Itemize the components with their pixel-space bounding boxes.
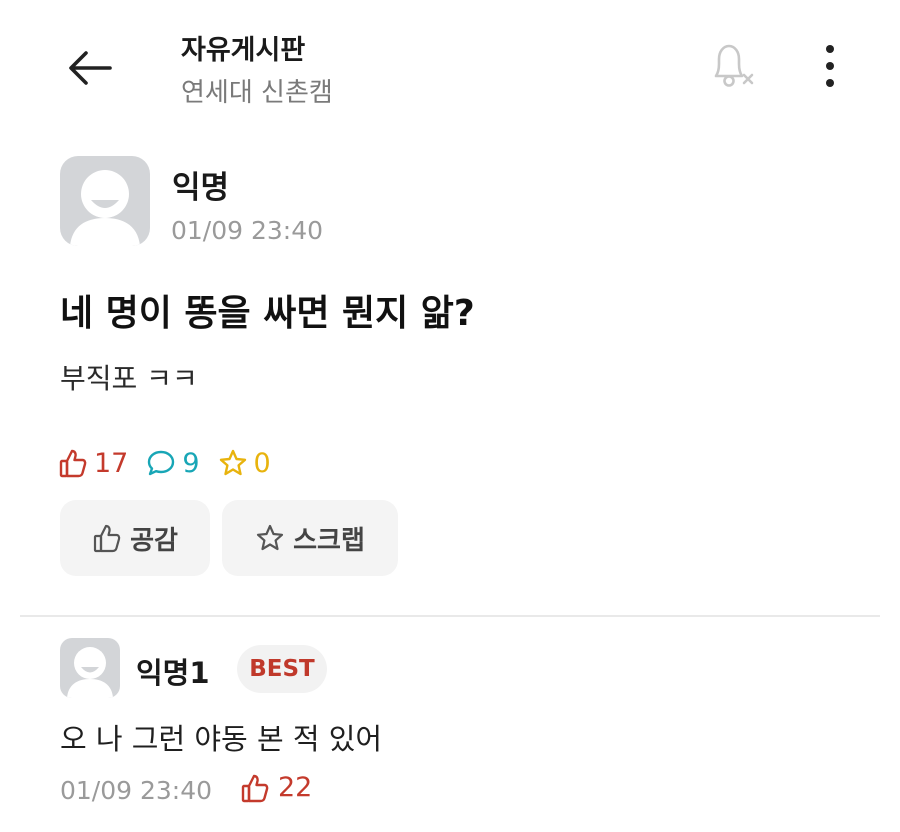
board-subtitle: 연세대 신촌캠	[181, 78, 333, 108]
more-vertical-icon	[826, 45, 834, 87]
comment-timestamp: 01/09 23:40	[60, 776, 213, 805]
notification-toggle-button[interactable]	[700, 36, 760, 96]
like-button[interactable]: 공감	[60, 500, 210, 576]
comment-like-button[interactable]: 22	[240, 772, 312, 803]
post-title: 네 명이 똥을 싸면 뭔지 앎?	[60, 293, 475, 334]
best-badge: BEST	[237, 645, 327, 693]
bell-off-icon	[714, 44, 754, 87]
default-avatar-icon	[67, 647, 113, 698]
scrap-count-stat: 0	[218, 448, 271, 479]
comment-count-stat: 9	[146, 447, 200, 479]
arrow-left-icon	[69, 51, 112, 85]
comment-author: 익명1	[136, 656, 210, 690]
speech-bubble-icon	[148, 450, 175, 476]
scrap-button[interactable]: 스크랩	[222, 500, 398, 576]
scrap-button-label: 스크랩	[293, 525, 365, 556]
thumbs-up-icon	[59, 449, 87, 478]
back-button[interactable]	[62, 40, 118, 96]
thumbs-up-icon	[93, 524, 121, 553]
post-stats: 17 9 0	[58, 443, 289, 483]
app-header: 자유게시판 연세대 신촌캠	[0, 0, 900, 120]
scrap-count: 0	[253, 447, 271, 479]
post-body: 부직포 ㅋㅋ	[60, 362, 198, 395]
thumbs-up-icon	[241, 774, 269, 802]
comment-count: 9	[182, 447, 200, 479]
star-icon	[257, 524, 284, 551]
default-avatar-icon	[70, 170, 140, 246]
post-author: 익명	[172, 170, 230, 206]
like-count-stat: 17	[58, 448, 128, 479]
comment-avatar	[60, 638, 120, 698]
star-icon	[219, 449, 246, 476]
like-button-label: 공감	[130, 525, 178, 556]
comment-like-count: 22	[278, 772, 313, 803]
more-options-button[interactable]	[808, 40, 852, 92]
author-avatar	[60, 156, 150, 246]
post-timestamp: 01/09 23:40	[171, 216, 324, 245]
section-divider	[20, 615, 880, 617]
comment-text: 오 나 그런 야동 본 적 있어	[60, 722, 383, 756]
board-title: 자유게시판	[181, 35, 306, 66]
like-count: 17	[94, 447, 129, 479]
